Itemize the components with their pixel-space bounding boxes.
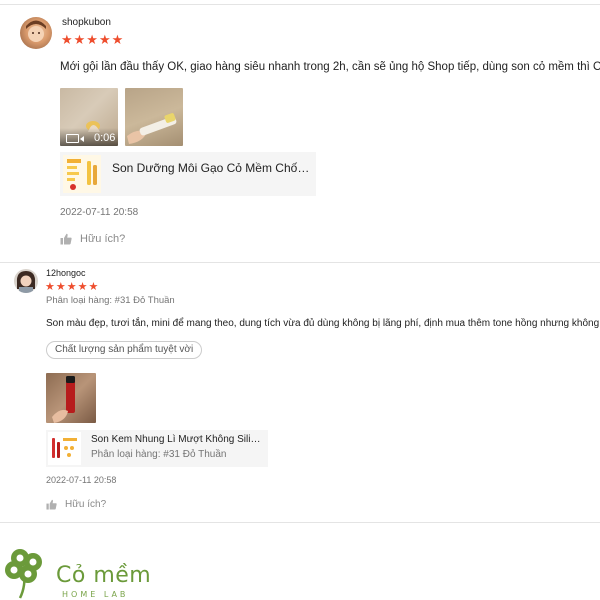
product-card[interactable]: Son Kem Nhung Lì Mượt Không Silic... Phâ… [46,430,268,467]
avatar[interactable] [20,17,52,49]
review-image-thumbnail[interactable] [46,373,96,423]
review-comment: Mới gội lần đầu thấy OK, giao hàng siêu … [60,61,600,73]
product-image [63,155,101,193]
rating-stars: ★★★★★ [61,32,125,47]
product-image [48,432,81,465]
product-variation: Phân loại hàng: #31 Đỏ Thuần [91,449,227,460]
rating-stars: ★★★★★ [45,281,100,293]
product-thumbnail [63,155,101,193]
avatar-face-icon [16,271,36,293]
review-timestamp: 2022-07-11 20:58 [46,475,117,485]
video-camera-icon [66,134,84,143]
lipstick-photo [52,376,75,423]
review-comment: Son màu đẹp, tươi tắn, mini để mang theo… [46,318,600,329]
review-item: 12hongoc ★★★★★ Phân loại hàng: #31 Đỏ Th… [0,262,600,522]
variation-label: Phân loại hàng: #31 Đỏ Thuần [46,295,175,306]
product-name[interactable]: Son Dưỡng Môi Gạo Cỏ Mềm Chống... [112,161,312,175]
review-timestamp: 2022-07-11 20:58 [60,207,139,218]
reviewer-username[interactable]: 12hongoc [46,268,86,278]
brand-wordmark: Cỏ mềm [56,563,152,588]
thumbs-up-icon [46,499,57,510]
reviewer-username[interactable]: shopkubon [62,17,111,28]
product-card[interactable]: Son Dưỡng Môi Gạo Cỏ Mềm Chống... [60,152,316,196]
product-name[interactable]: Son Kem Nhung Lì Mượt Không Silic... [91,434,263,445]
review-image-thumbnail[interactable] [125,88,183,146]
product-thumbnail [48,432,81,465]
thumbs-up-icon [60,233,72,245]
bottom-divider [0,522,600,523]
review-video-thumbnail[interactable]: 0:06 [60,88,118,146]
brand-subtitle: HOME LAB [62,590,129,599]
review-tag: Chất lượng sản phẩm tuyệt vời [46,341,203,359]
avatar-face-icon [26,20,46,42]
lip-balm-photo [127,113,177,144]
review-item: shopkubon ★★★★★ Mới gội lần đầu thấy OK,… [0,0,600,262]
helpful-label: Hữu ích? [65,499,107,510]
avatar[interactable] [14,269,38,293]
clover-leaf-icon [5,549,42,599]
video-duration: 0:06 [94,132,116,144]
helpful-label: Hữu ích? [80,233,126,245]
helpful-button[interactable]: Hữu ích? [46,499,106,510]
video-overlay: 0:06 [60,128,118,146]
helpful-button[interactable]: Hữu ích? [60,233,125,245]
